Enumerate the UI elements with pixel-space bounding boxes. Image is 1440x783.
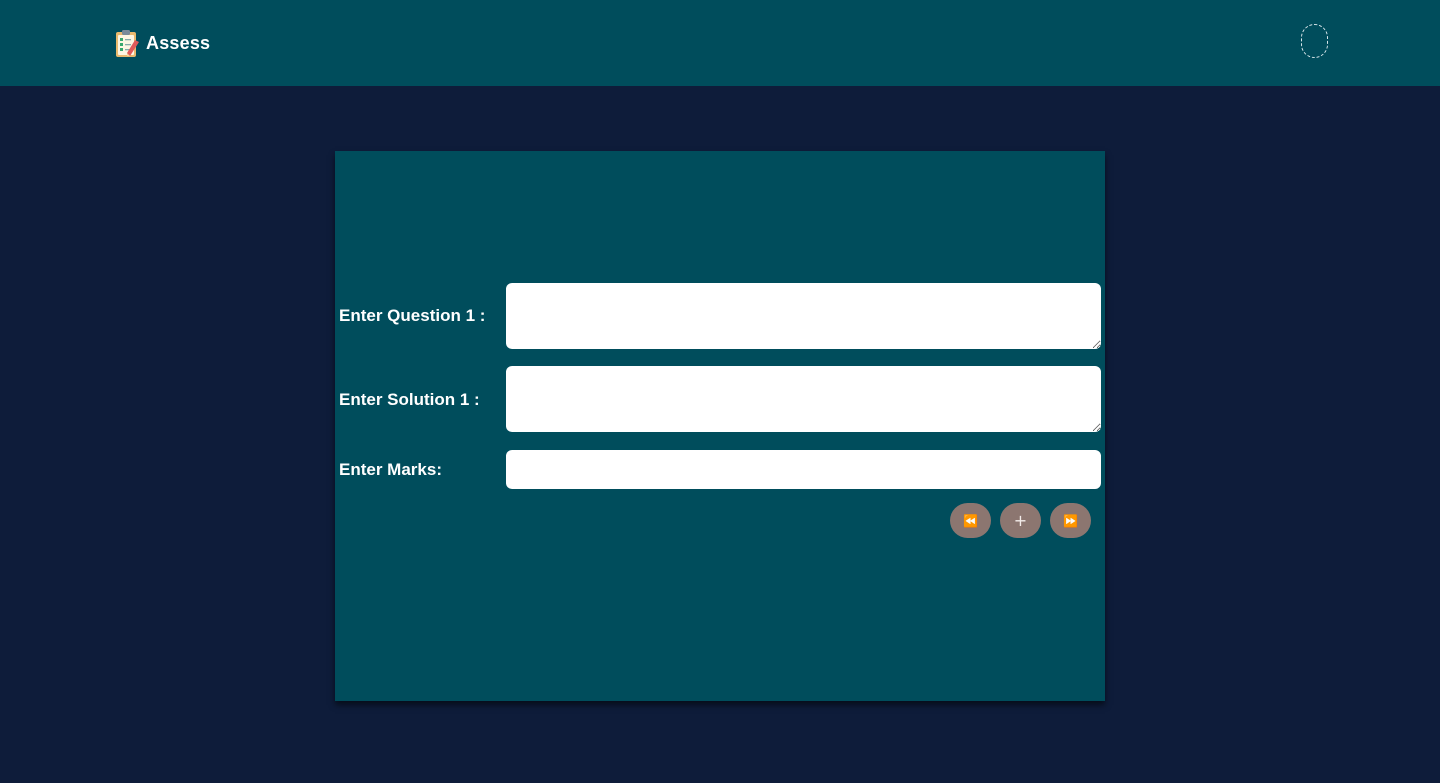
plus-icon: + xyxy=(1013,511,1028,530)
brand-name: Assess xyxy=(146,32,211,53)
question-navigation-controls: ⏪ + ⏩ xyxy=(950,503,1100,538)
marks-label: Enter Marks: xyxy=(339,460,442,479)
top-navbar: Assess xyxy=(0,0,1440,86)
solution-label: Enter Solution 1 : xyxy=(339,390,480,409)
question-form-panel: Enter Question 1 : Enter Solution 1 : En… xyxy=(335,151,1105,701)
question-textarea[interactable] xyxy=(506,283,1101,349)
previous-question-button[interactable]: ⏪ xyxy=(950,503,991,538)
fast-forward-icon: ⏩ xyxy=(1063,513,1078,528)
clipboard-checklist-icon xyxy=(116,30,139,57)
next-question-button[interactable]: ⏩ xyxy=(1050,503,1091,538)
brand-logo[interactable]: Assess xyxy=(114,27,210,59)
question-label: Enter Question 1 : xyxy=(339,306,486,325)
solution-textarea[interactable] xyxy=(506,366,1101,432)
rewind-icon: ⏪ xyxy=(963,513,978,528)
add-question-button[interactable]: + xyxy=(1000,503,1041,538)
menu-toggle-button[interactable] xyxy=(1301,24,1328,58)
marks-input[interactable] xyxy=(506,450,1101,489)
